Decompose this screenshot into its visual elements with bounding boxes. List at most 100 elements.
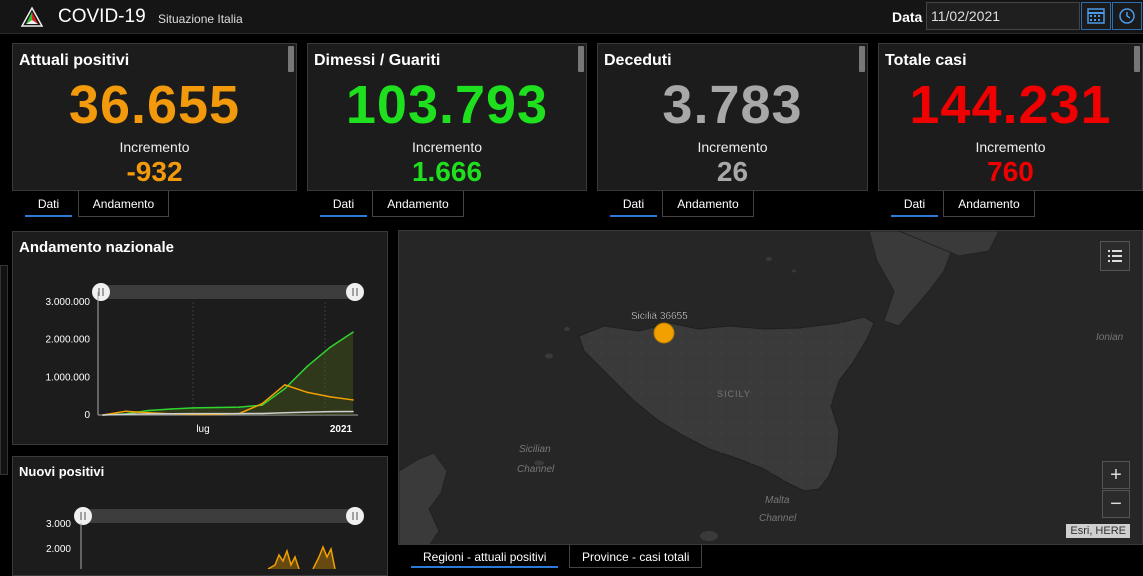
island [792, 269, 796, 273]
tab-dati[interactable]: Dati [610, 191, 657, 217]
series-point [329, 396, 332, 398]
series-point [329, 410, 332, 413]
zoom-in-button[interactable]: + [1102, 461, 1130, 489]
card-title: Dimessi / Guariti [314, 52, 441, 69]
card-increment: -932 [126, 156, 183, 187]
map-point-sicilia[interactable] [653, 322, 675, 344]
series-point [238, 406, 241, 408]
logo-icon [20, 6, 44, 27]
calendar-button[interactable] [1081, 2, 1111, 30]
card-increment-label: Incremento [411, 139, 483, 155]
x-tick-label: lug [196, 424, 209, 435]
island [700, 531, 718, 541]
layer-list-button[interactable] [1100, 241, 1130, 271]
range-slider-track[interactable] [83, 509, 358, 523]
series-point [215, 406, 218, 409]
series-point [170, 408, 172, 410]
card-totale-casi: Totale casi 144.231 Incremento 760 [878, 43, 1143, 191]
card-deceduti: Deceduti 3.783 Incremento 26 [597, 43, 868, 191]
range-slider-handle-right[interactable] [346, 283, 364, 301]
card-increment-label: Incremento [119, 139, 190, 155]
zoom-out-button[interactable]: − [1102, 490, 1130, 518]
side-panel-toggle[interactable] [0, 265, 8, 475]
island [766, 257, 772, 261]
range-slider-handle-right[interactable] [346, 507, 364, 525]
map-view[interactable]: Sicilia 36655 SICILY Sicilian Channel Mal… [398, 230, 1143, 545]
y-tick-label: 3.000 [46, 519, 71, 530]
calendar-icon [1087, 8, 1105, 24]
series-point [306, 411, 309, 413]
y-tick-label: 2.000 [46, 544, 71, 555]
clock-icon [1119, 8, 1135, 24]
range-slider-track[interactable] [101, 285, 359, 299]
top-bar: COVID-19 Situazione Italia Data [0, 0, 1143, 34]
map-label-sicily: SICILY [717, 389, 751, 399]
tab-regioni[interactable]: Regioni - attuali positivi [411, 545, 559, 568]
series-point [284, 387, 286, 390]
range-slider-handle-left[interactable] [74, 507, 92, 525]
scrollbar[interactable] [578, 46, 584, 72]
tab-andamento[interactable]: Andamento [78, 191, 169, 217]
map-point-label: Sicilia 36655 [631, 311, 688, 322]
trend-chart: 3.000.000 2.000.000 1.000.000 0 lug 2021 [46, 283, 364, 435]
date-label: Data [892, 9, 923, 25]
tab-andamento[interactable]: Andamento [943, 191, 1035, 217]
y-tick-label: 2.000.000 [46, 335, 91, 346]
card-value: 144.231 [909, 75, 1112, 135]
clock-button[interactable] [1112, 2, 1142, 30]
card-title: Totale casi [885, 52, 967, 69]
tab-province[interactable]: Province - casi totali [569, 545, 703, 568]
series-point [238, 412, 241, 415]
card-dimessi-guariti: Dimessi / Guariti 103.793 Incremento 1.6… [307, 43, 587, 191]
series-point [306, 365, 309, 367]
card-value: 103.793 [345, 75, 549, 135]
range-slider-handle-left[interactable] [92, 283, 110, 301]
island [564, 327, 570, 331]
tab-dati[interactable]: Dati [25, 191, 72, 217]
y-tick-label: 3.000.000 [46, 297, 91, 308]
card-increment-label: Incremento [975, 139, 1046, 155]
series-area [103, 332, 353, 415]
series-point [352, 399, 354, 401]
series-point [261, 412, 263, 415]
series-point [102, 414, 104, 416]
series-point [124, 413, 127, 416]
app-title: COVID-19 [58, 6, 146, 27]
map-label-ionian: Ionian [1096, 332, 1124, 343]
series-point [124, 410, 127, 413]
scrollbar[interactable] [859, 46, 865, 72]
new-positives-panel: Nuovi positivi 3.000 2.000 [12, 456, 388, 576]
series-point [352, 331, 354, 333]
series-point [215, 412, 218, 415]
card-title: Deceduti [604, 52, 672, 69]
tab-andamento[interactable]: Andamento [662, 191, 754, 217]
y-tick-label: 0 [84, 410, 90, 421]
island [545, 353, 553, 359]
list-icon [1108, 250, 1122, 262]
card-increment: 1.666 [411, 156, 483, 187]
trend-panel: Andamento nazionale 3.000.000 2.000.000 1.… [12, 231, 388, 445]
scrollbar[interactable] [288, 46, 294, 72]
series-point [284, 411, 286, 414]
series-point [193, 407, 195, 409]
series-point [170, 412, 172, 415]
tab-dati[interactable]: Dati [320, 191, 367, 217]
map-attribution: Esri, HERE [1066, 524, 1130, 538]
card-increment-label: Incremento [697, 139, 768, 155]
date-input[interactable] [926, 2, 1080, 30]
map-canvas: Sicilia 36655 SICILY Sicilian Channel Mal… [399, 231, 1142, 544]
series-point [147, 409, 150, 412]
tab-dati[interactable]: Dati [891, 191, 938, 217]
series-point [306, 391, 309, 394]
series-point [329, 346, 332, 348]
x-tick-label: 2021 [330, 424, 353, 435]
card-value: 36.655 [68, 75, 241, 135]
new-positives-chart: 3.000 2.000 [46, 507, 364, 569]
card-value: 3.783 [662, 75, 803, 135]
card-increment: 26 [716, 156, 749, 187]
series-point [147, 413, 150, 415]
tab-andamento[interactable]: Andamento [372, 191, 464, 217]
scrollbar[interactable] [1134, 46, 1140, 72]
series-point [284, 384, 286, 386]
card-title: Attuali positivi [19, 52, 130, 69]
